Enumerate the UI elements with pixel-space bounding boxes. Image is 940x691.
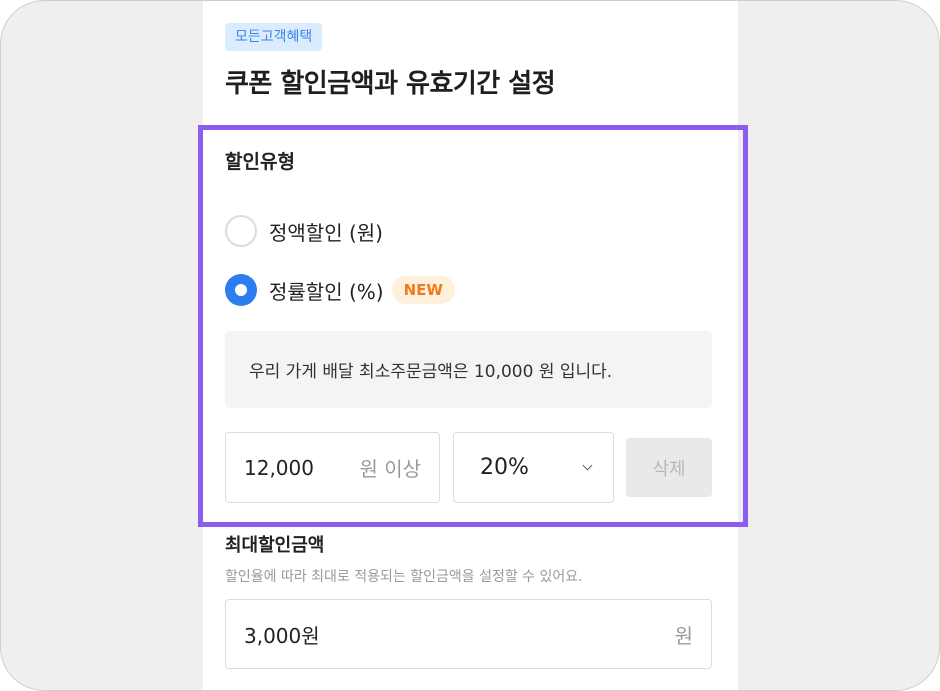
min-amount-suffix: 원 이상: [359, 457, 421, 481]
min-order-info-text: 우리 가게 배달 최소주문금액은 10,000 원 입니다.: [249, 362, 613, 382]
page-title: 쿠폰 할인금액과 유효기간 설정: [225, 69, 556, 99]
max-discount-input[interactable]: 3,000원 원: [225, 599, 712, 669]
discount-rate-select[interactable]: 20%: [453, 432, 614, 503]
device-frame: 모든고객혜택 쿠폰 할인금액과 유효기간 설정 할인유형 정액할인 (원) 정률…: [0, 0, 940, 691]
radio-label-fixed: 정액할인 (원): [269, 220, 383, 245]
radio-fixed-discount[interactable]: 정액할인 (원): [225, 213, 383, 249]
customer-benefit-badge: 모든고객혜택: [225, 23, 323, 51]
radio-label-rate: 정률할인 (%): [269, 279, 384, 304]
discount-type-label: 할인유형: [225, 151, 295, 173]
min-amount-input[interactable]: 12,000 원 이상: [225, 432, 440, 503]
max-discount-label: 최대할인금액: [225, 535, 325, 556]
max-discount-suffix: 원: [674, 623, 693, 648]
chevron-down-icon: [582, 460, 593, 471]
min-order-info: 우리 가게 배달 최소주문금액은 10,000 원 입니다.: [225, 331, 712, 408]
delete-button[interactable]: 삭제: [626, 438, 712, 497]
max-discount-value: 3,000원: [244, 623, 320, 648]
new-badge: NEW: [391, 276, 455, 304]
min-amount-value: 12,000: [244, 455, 314, 480]
discount-rate-value: 20%: [480, 455, 529, 480]
radio-rate-discount[interactable]: 정률할인 (%) NEW: [225, 272, 455, 308]
max-discount-description: 할인율에 따라 최대로 적용되는 할인금액을 설정할 수 있어요.: [225, 569, 583, 585]
radio-checked-icon[interactable]: [225, 274, 257, 306]
radio-unchecked-icon[interactable]: [225, 215, 257, 247]
